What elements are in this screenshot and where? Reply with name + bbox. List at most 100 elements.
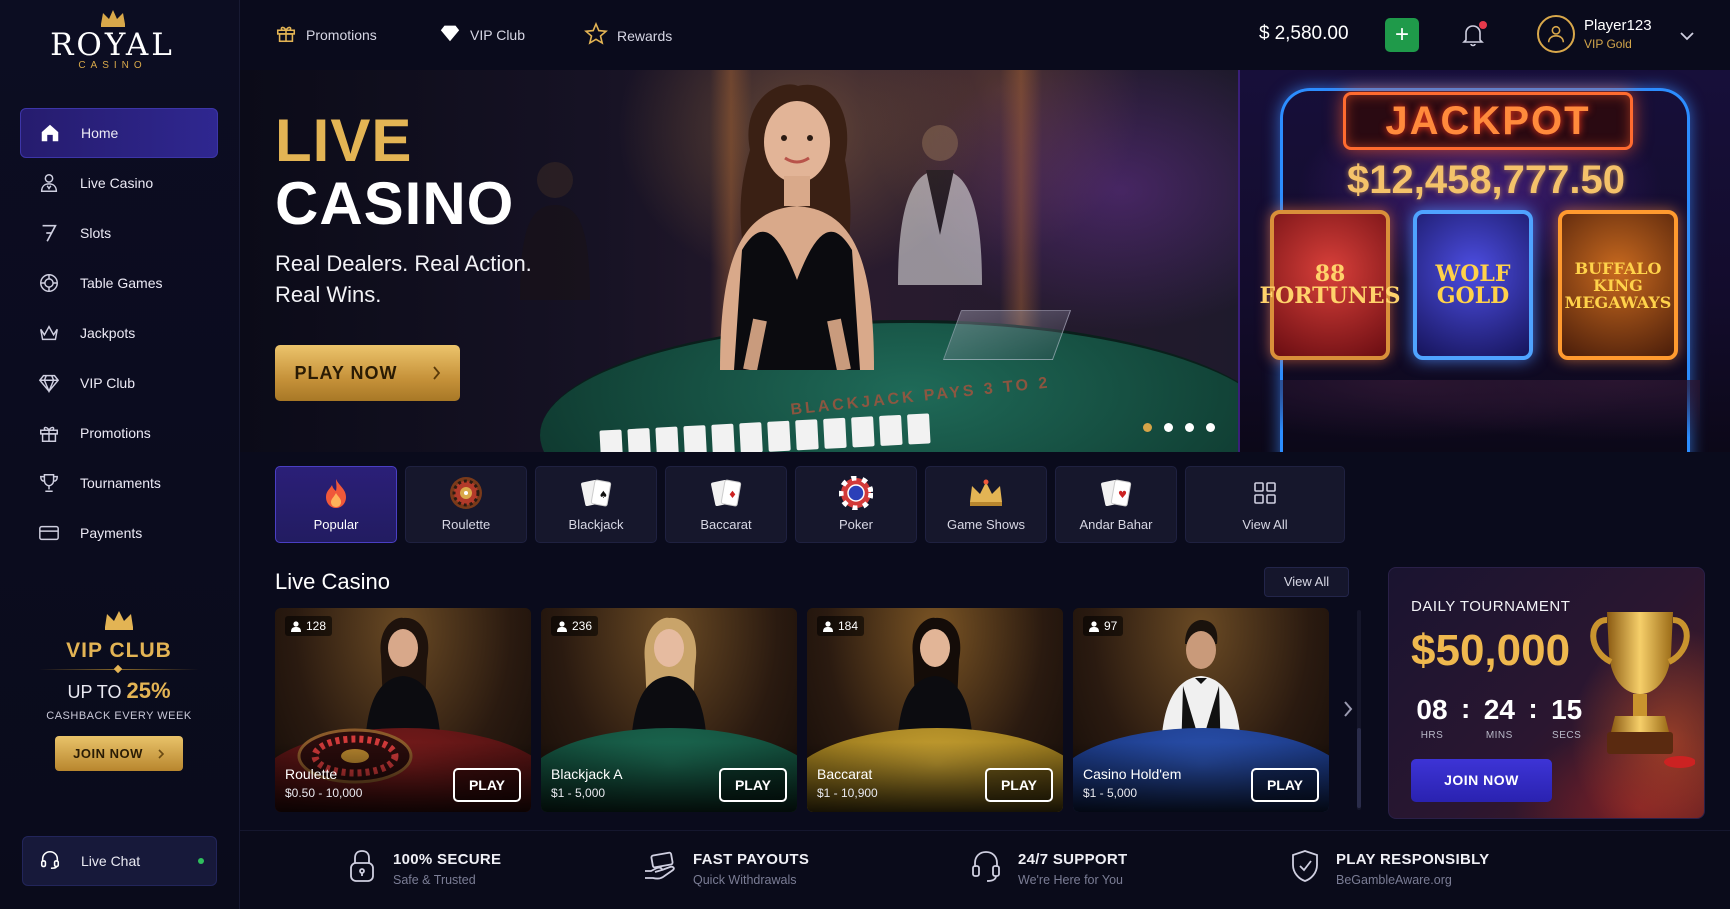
username[interactable]: Player123 (1584, 17, 1652, 34)
tab-blackjack[interactable]: ♠ Blackjack (535, 466, 657, 543)
countdown-seconds-label: SECS (1552, 730, 1582, 741)
sidebar-item-tournaments[interactable]: Tournaments (20, 458, 218, 508)
tournament-countdown: 08 HRS : 24 MINS : 15 SECS (1411, 693, 1588, 742)
sidebar-item-home[interactable]: Home (20, 108, 218, 158)
sidebar-item-label: Payments (80, 525, 143, 541)
table-limits: $1 - 5,000 (551, 786, 606, 800)
countdown-separator: : (1461, 693, 1471, 724)
top-link-label: Promotions (306, 26, 377, 43)
table-limits: $1 - 10,900 (817, 786, 878, 800)
svg-text:♠: ♠ (599, 490, 608, 501)
trophy-icon (1590, 612, 1695, 768)
tab-baccarat[interactable]: ♦ Baccarat (665, 466, 787, 543)
tab-game-shows[interactable]: Game Shows (925, 466, 1047, 543)
countdown-hours-value: 08 (1416, 694, 1448, 725)
vip-promo-cashback: CASHBACK EVERY WEEK (46, 710, 192, 722)
user-icon (557, 620, 567, 632)
feature-title: FAST PAYOUTS (693, 850, 810, 868)
hero-play-now-button[interactable]: PLAY NOW (275, 345, 460, 401)
table-name: Blackjack A (551, 766, 623, 782)
tables-scrollbar-thumb[interactable] (1357, 728, 1361, 808)
sidebar-item-live-casino[interactable]: Live Casino (20, 158, 218, 208)
live-table-card-roulette[interactable]: 128 Roulette $0.50 - 10,000 PLAY (275, 608, 531, 812)
card-shoe-image (942, 310, 1072, 360)
sidebar-item-payments[interactable]: Payments (20, 508, 218, 558)
sidebar-item-promotions[interactable]: Promotions (20, 408, 218, 458)
feature-play-responsibly[interactable]: PLAY RESPONSIBLY BeGambleAware.org (1290, 849, 1489, 888)
table-play-button[interactable]: PLAY (719, 768, 787, 802)
notifications-button[interactable] (1461, 21, 1487, 53)
countdown-minutes-label: MINS (1485, 730, 1513, 741)
gift-icon (275, 22, 297, 47)
tab-roulette[interactable]: Roulette (405, 466, 527, 543)
balance-amount: 2,580.00 (1274, 23, 1349, 44)
sidebar-item-vip-club[interactable]: VIP Club (20, 358, 218, 408)
hero-banner[interactable]: BLACKJACK PAYS 3 TO 2 LIVE CASINO Real D… (240, 70, 1245, 452)
vip-promo-upto-prefix: UP TO (67, 682, 122, 702)
tournament-join-now-button[interactable]: JOIN NOW (1411, 759, 1552, 802)
live-casino-view-all-button[interactable]: View All (1264, 567, 1349, 597)
carousel-dot[interactable] (1206, 423, 1215, 432)
slot-machine-buffalo-king[interactable]: BUFFALO KING MEGAWAYS (1558, 210, 1678, 360)
carousel-dot[interactable] (1185, 423, 1194, 432)
tab-view-all[interactable]: View All (1185, 466, 1345, 543)
top-link-promotions[interactable]: Promotions (275, 22, 377, 47)
jackpot-banner[interactable]: JACKPOT $12,458,777.50 88 FORTUNES WOLF GO… (1238, 70, 1730, 452)
account-menu-toggle[interactable] (1680, 28, 1694, 46)
vip-join-now-button[interactable]: JOIN NOW (55, 736, 183, 771)
table-play-button[interactable]: PLAY (985, 768, 1053, 802)
feature-fast-payouts: FAST PAYOUTS Quick Withdrawals (643, 849, 809, 888)
feature-title: 24/7 SUPPORT (1018, 850, 1128, 868)
tables-next-button[interactable] (1342, 700, 1354, 723)
user-icon (823, 620, 833, 632)
sidebar-item-table-games[interactable]: Table Games (20, 258, 218, 308)
sidebar-item-slots[interactable]: Slots (20, 208, 218, 258)
shield-icon (1290, 849, 1320, 888)
carousel-dot[interactable] (1164, 423, 1173, 432)
viewer-count: 236 (551, 616, 599, 636)
table-play-button[interactable]: PLAY (453, 768, 521, 802)
star-icon (584, 21, 608, 49)
slot-machine-wolf-gold[interactable]: WOLF GOLD (1413, 210, 1533, 360)
tab-popular[interactable]: Popular (275, 466, 397, 543)
roulette-icon (448, 477, 484, 509)
table-name: Casino Hold'em (1083, 766, 1182, 782)
deposit-plus-button[interactable]: + (1385, 18, 1419, 52)
payout-hand-icon (643, 849, 677, 888)
slot-title-line1: BUFFALO KING (1574, 258, 1662, 295)
table-name: Roulette (285, 766, 338, 782)
notification-badge (1479, 21, 1487, 29)
flame-icon (323, 477, 349, 509)
jackpot-label: JACKPOT (1343, 92, 1633, 150)
feature-subtitle: Quick Withdrawals (693, 872, 797, 887)
live-table-card-baccarat[interactable]: 184 Baccarat $1 - 10,900 PLAY (807, 608, 1063, 812)
sidebar-item-jackpots[interactable]: Jackpots (20, 308, 218, 358)
live-chat-button[interactable]: Live Chat (22, 836, 217, 886)
live-table-card-casino-holdem[interactable]: 97 Casino Hold'em $1 - 5,000 PLAY (1073, 608, 1329, 812)
top-link-rewards[interactable]: Rewards (584, 21, 672, 49)
home-icon (37, 120, 63, 146)
jackpot-amount: $12,458,777.50 (1346, 158, 1626, 202)
chevron-right-icon (158, 748, 164, 759)
live-table-card-blackjack-a[interactable]: 236 Blackjack A $1 - 5,000 PLAY (541, 608, 797, 812)
vip-promo-title: VIP CLUB (66, 639, 172, 662)
slot-machine-88-fortunes[interactable]: 88 FORTUNES (1260, 210, 1401, 360)
sidebar-item-label: Slots (80, 225, 112, 241)
tab-poker[interactable]: Poker (795, 466, 917, 543)
tab-andar-bahar[interactable]: ♥ Andar Bahar (1055, 466, 1177, 543)
feature-subtitle: BeGambleAware.org (1336, 872, 1452, 887)
gift-icon (36, 420, 62, 446)
countdown-minutes: 24 MINS (1478, 695, 1520, 742)
poker-chip-icon (839, 476, 873, 510)
countdown-hours: 08 HRS (1411, 694, 1453, 742)
carousel-dot[interactable] (1143, 423, 1152, 432)
viewer-count: 128 (285, 616, 333, 636)
countdown-hours-label: HRS (1420, 730, 1444, 741)
brand-logo[interactable]: ROYAL CASINO (0, 8, 225, 71)
chevron-right-icon (432, 366, 440, 380)
top-link-vip-club[interactable]: VIP Club (439, 22, 525, 47)
live-chat-label: Live Chat (81, 853, 141, 869)
headset-icon (970, 849, 1002, 888)
table-play-button[interactable]: PLAY (1251, 768, 1319, 802)
avatar[interactable] (1537, 15, 1575, 53)
